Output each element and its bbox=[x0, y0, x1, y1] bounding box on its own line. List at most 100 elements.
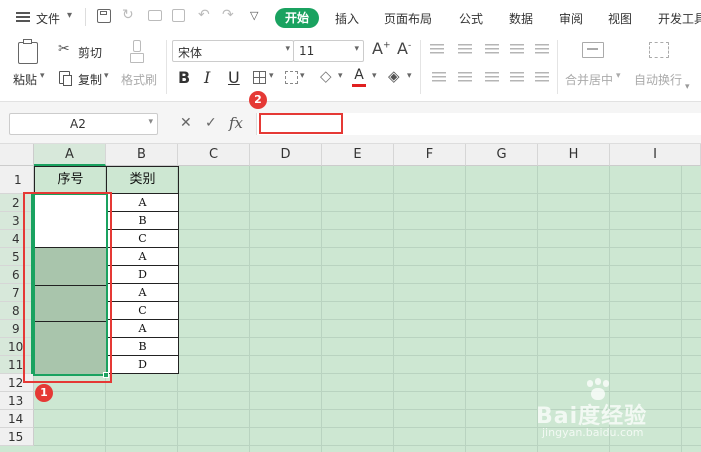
gridline-column bbox=[393, 166, 394, 452]
cell-a1[interactable]: 序号 bbox=[34, 166, 107, 194]
italic-button[interactable]: I bbox=[204, 68, 210, 87]
cancel-icon[interactable]: ✕ bbox=[180, 115, 192, 131]
wrap-text-icon[interactable] bbox=[649, 42, 669, 58]
tab-developer[interactable]: 开发工具 bbox=[658, 10, 701, 27]
copy-button[interactable]: 复制 bbox=[78, 71, 102, 88]
wrap-text-button[interactable]: 自动换行 bbox=[634, 71, 682, 88]
print-preview-icon[interactable] bbox=[172, 9, 185, 22]
bold-button[interactable]: B bbox=[178, 68, 190, 87]
paste-button[interactable]: 粘贴 bbox=[13, 71, 37, 88]
align-center-icon[interactable] bbox=[458, 72, 472, 84]
column-header-a[interactable]: A bbox=[34, 144, 106, 166]
column-header-c[interactable]: C bbox=[178, 144, 250, 166]
font-color-icon[interactable]: A bbox=[352, 67, 366, 87]
border-icon[interactable] bbox=[253, 71, 266, 84]
chevron-down-icon[interactable]: ▽ bbox=[250, 9, 258, 22]
cell-b10[interactable]: B bbox=[106, 337, 179, 356]
column-header-d[interactable]: D bbox=[250, 144, 322, 166]
merge-center-icon[interactable] bbox=[582, 42, 604, 58]
fill-color-icon[interactable]: ◇ bbox=[320, 67, 332, 85]
align-left-icon[interactable] bbox=[432, 72, 446, 84]
cell-b5[interactable]: A bbox=[106, 247, 179, 266]
chevron-down-icon[interactable]: ▾ bbox=[300, 71, 305, 81]
column-header-b[interactable]: B bbox=[106, 144, 178, 166]
chevron-down-icon[interactable]: ▾ bbox=[616, 71, 621, 81]
align-top-icon[interactable] bbox=[430, 44, 444, 56]
undo-icon[interactable]: ↶ bbox=[198, 7, 210, 23]
file-menu[interactable]: 文件 bbox=[36, 10, 60, 27]
row-header-15[interactable]: 15 bbox=[0, 428, 34, 446]
increase-font-icon[interactable]: A+ bbox=[372, 39, 391, 58]
align-bottom-icon[interactable] bbox=[485, 44, 499, 56]
ribbon: 粘贴 ▾ ✂ 剪切 复制 ▾ 格式刷 宋体 ▾ 11 ▾ A+ A- B I U… bbox=[0, 34, 701, 102]
annotation-badge-1: 1 bbox=[35, 384, 53, 402]
name-box[interactable]: A2 ▾ bbox=[9, 113, 158, 135]
cell-b11[interactable]: D bbox=[106, 355, 179, 374]
column-header-i[interactable]: I bbox=[610, 144, 701, 166]
tab-data[interactable]: 数据 bbox=[509, 10, 533, 27]
cell-b7[interactable]: A bbox=[106, 283, 179, 302]
divider bbox=[557, 40, 558, 94]
row-header-14[interactable]: 14 bbox=[0, 410, 34, 428]
row-header-1[interactable]: 1 bbox=[0, 166, 34, 194]
cell-b6[interactable]: D bbox=[106, 265, 179, 284]
baidu-watermark: Bai度经验 jingyan.baidu.com bbox=[530, 378, 690, 439]
chevron-down-icon[interactable]: ▾ bbox=[685, 82, 690, 92]
tab-formulas[interactable]: 公式 bbox=[459, 10, 483, 27]
print-icon[interactable] bbox=[148, 10, 162, 21]
font-name-select[interactable]: 宋体 ▾ bbox=[172, 40, 294, 62]
redo-icon[interactable]: ↷ bbox=[222, 7, 234, 23]
formula-bar: A2 ▾ ✕ ✓ fx bbox=[0, 102, 701, 144]
cut-button[interactable]: 剪切 bbox=[78, 44, 102, 61]
chevron-down-icon[interactable]: ▾ bbox=[104, 71, 109, 81]
select-all-corner[interactable] bbox=[0, 144, 34, 166]
column-header-f[interactable]: F bbox=[394, 144, 466, 166]
scissors-icon[interactable]: ✂ bbox=[58, 41, 70, 57]
chevron-down-icon[interactable]: ▾ bbox=[372, 71, 377, 81]
column-header-g[interactable]: G bbox=[466, 144, 538, 166]
eraser-icon[interactable]: ◈ bbox=[388, 67, 400, 85]
insert-function-button[interactable]: fx bbox=[229, 114, 243, 132]
paste-icon[interactable] bbox=[18, 39, 38, 64]
tab-page-layout[interactable]: 页面布局 bbox=[384, 10, 432, 27]
tab-insert[interactable]: 插入 bbox=[335, 10, 359, 27]
cell-b9[interactable]: A bbox=[106, 319, 179, 338]
row-header-13[interactable]: 13 bbox=[0, 392, 34, 410]
chevron-down-icon[interactable]: ▾ bbox=[269, 71, 274, 81]
chevron-down-icon[interactable]: ▾ bbox=[407, 71, 412, 81]
chevron-down-icon[interactable]: ▾ bbox=[338, 71, 343, 81]
cell-b1[interactable]: 类别 bbox=[106, 166, 179, 194]
fill-pattern-icon[interactable] bbox=[285, 71, 298, 84]
save-icon[interactable] bbox=[97, 9, 111, 23]
justify-icon[interactable] bbox=[510, 72, 524, 84]
name-box-value: A2 bbox=[70, 117, 86, 131]
align-middle-icon[interactable] bbox=[458, 44, 472, 56]
spreadsheet-grid[interactable]: ABCDEFGHI 1 2 3 4 5 6 7 8 9 10 11 12 13 14 15 序号 类别 AB… bbox=[0, 144, 701, 452]
tab-view[interactable]: 视图 bbox=[608, 10, 632, 27]
cell-b8[interactable]: C bbox=[106, 301, 179, 320]
decrease-font-icon[interactable]: A- bbox=[397, 39, 411, 58]
cell-b3[interactable]: B bbox=[106, 211, 179, 230]
confirm-icon[interactable]: ✓ bbox=[205, 115, 217, 131]
tab-home[interactable]: 开始 bbox=[275, 8, 319, 28]
share-icon[interactable]: ↻ bbox=[122, 7, 134, 23]
distributed-icon[interactable] bbox=[535, 72, 549, 84]
underline-button[interactable]: U bbox=[228, 68, 240, 87]
chevron-down-icon[interactable]: ▾ bbox=[67, 10, 72, 21]
column-header-e[interactable]: E bbox=[322, 144, 394, 166]
chevron-down-icon[interactable]: ▾ bbox=[40, 71, 45, 81]
hamburger-icon[interactable] bbox=[16, 12, 30, 22]
orientation-icon[interactable] bbox=[510, 44, 524, 56]
merge-center-button[interactable]: 合并居中 bbox=[565, 71, 613, 88]
cell-b4[interactable]: C bbox=[106, 229, 179, 248]
decrease-indent-icon[interactable] bbox=[535, 44, 549, 56]
format-painter-button[interactable]: 格式刷 bbox=[121, 71, 157, 88]
align-right-icon[interactable] bbox=[485, 72, 499, 84]
copy-icon[interactable] bbox=[59, 71, 72, 86]
column-header-h[interactable]: H bbox=[538, 144, 610, 166]
gridline-row bbox=[34, 445, 701, 446]
font-size-select[interactable]: 11 ▾ bbox=[293, 40, 364, 62]
cell-b2[interactable]: A bbox=[106, 193, 179, 212]
tab-review[interactable]: 审阅 bbox=[559, 10, 583, 27]
format-painter-icon[interactable] bbox=[130, 40, 144, 64]
